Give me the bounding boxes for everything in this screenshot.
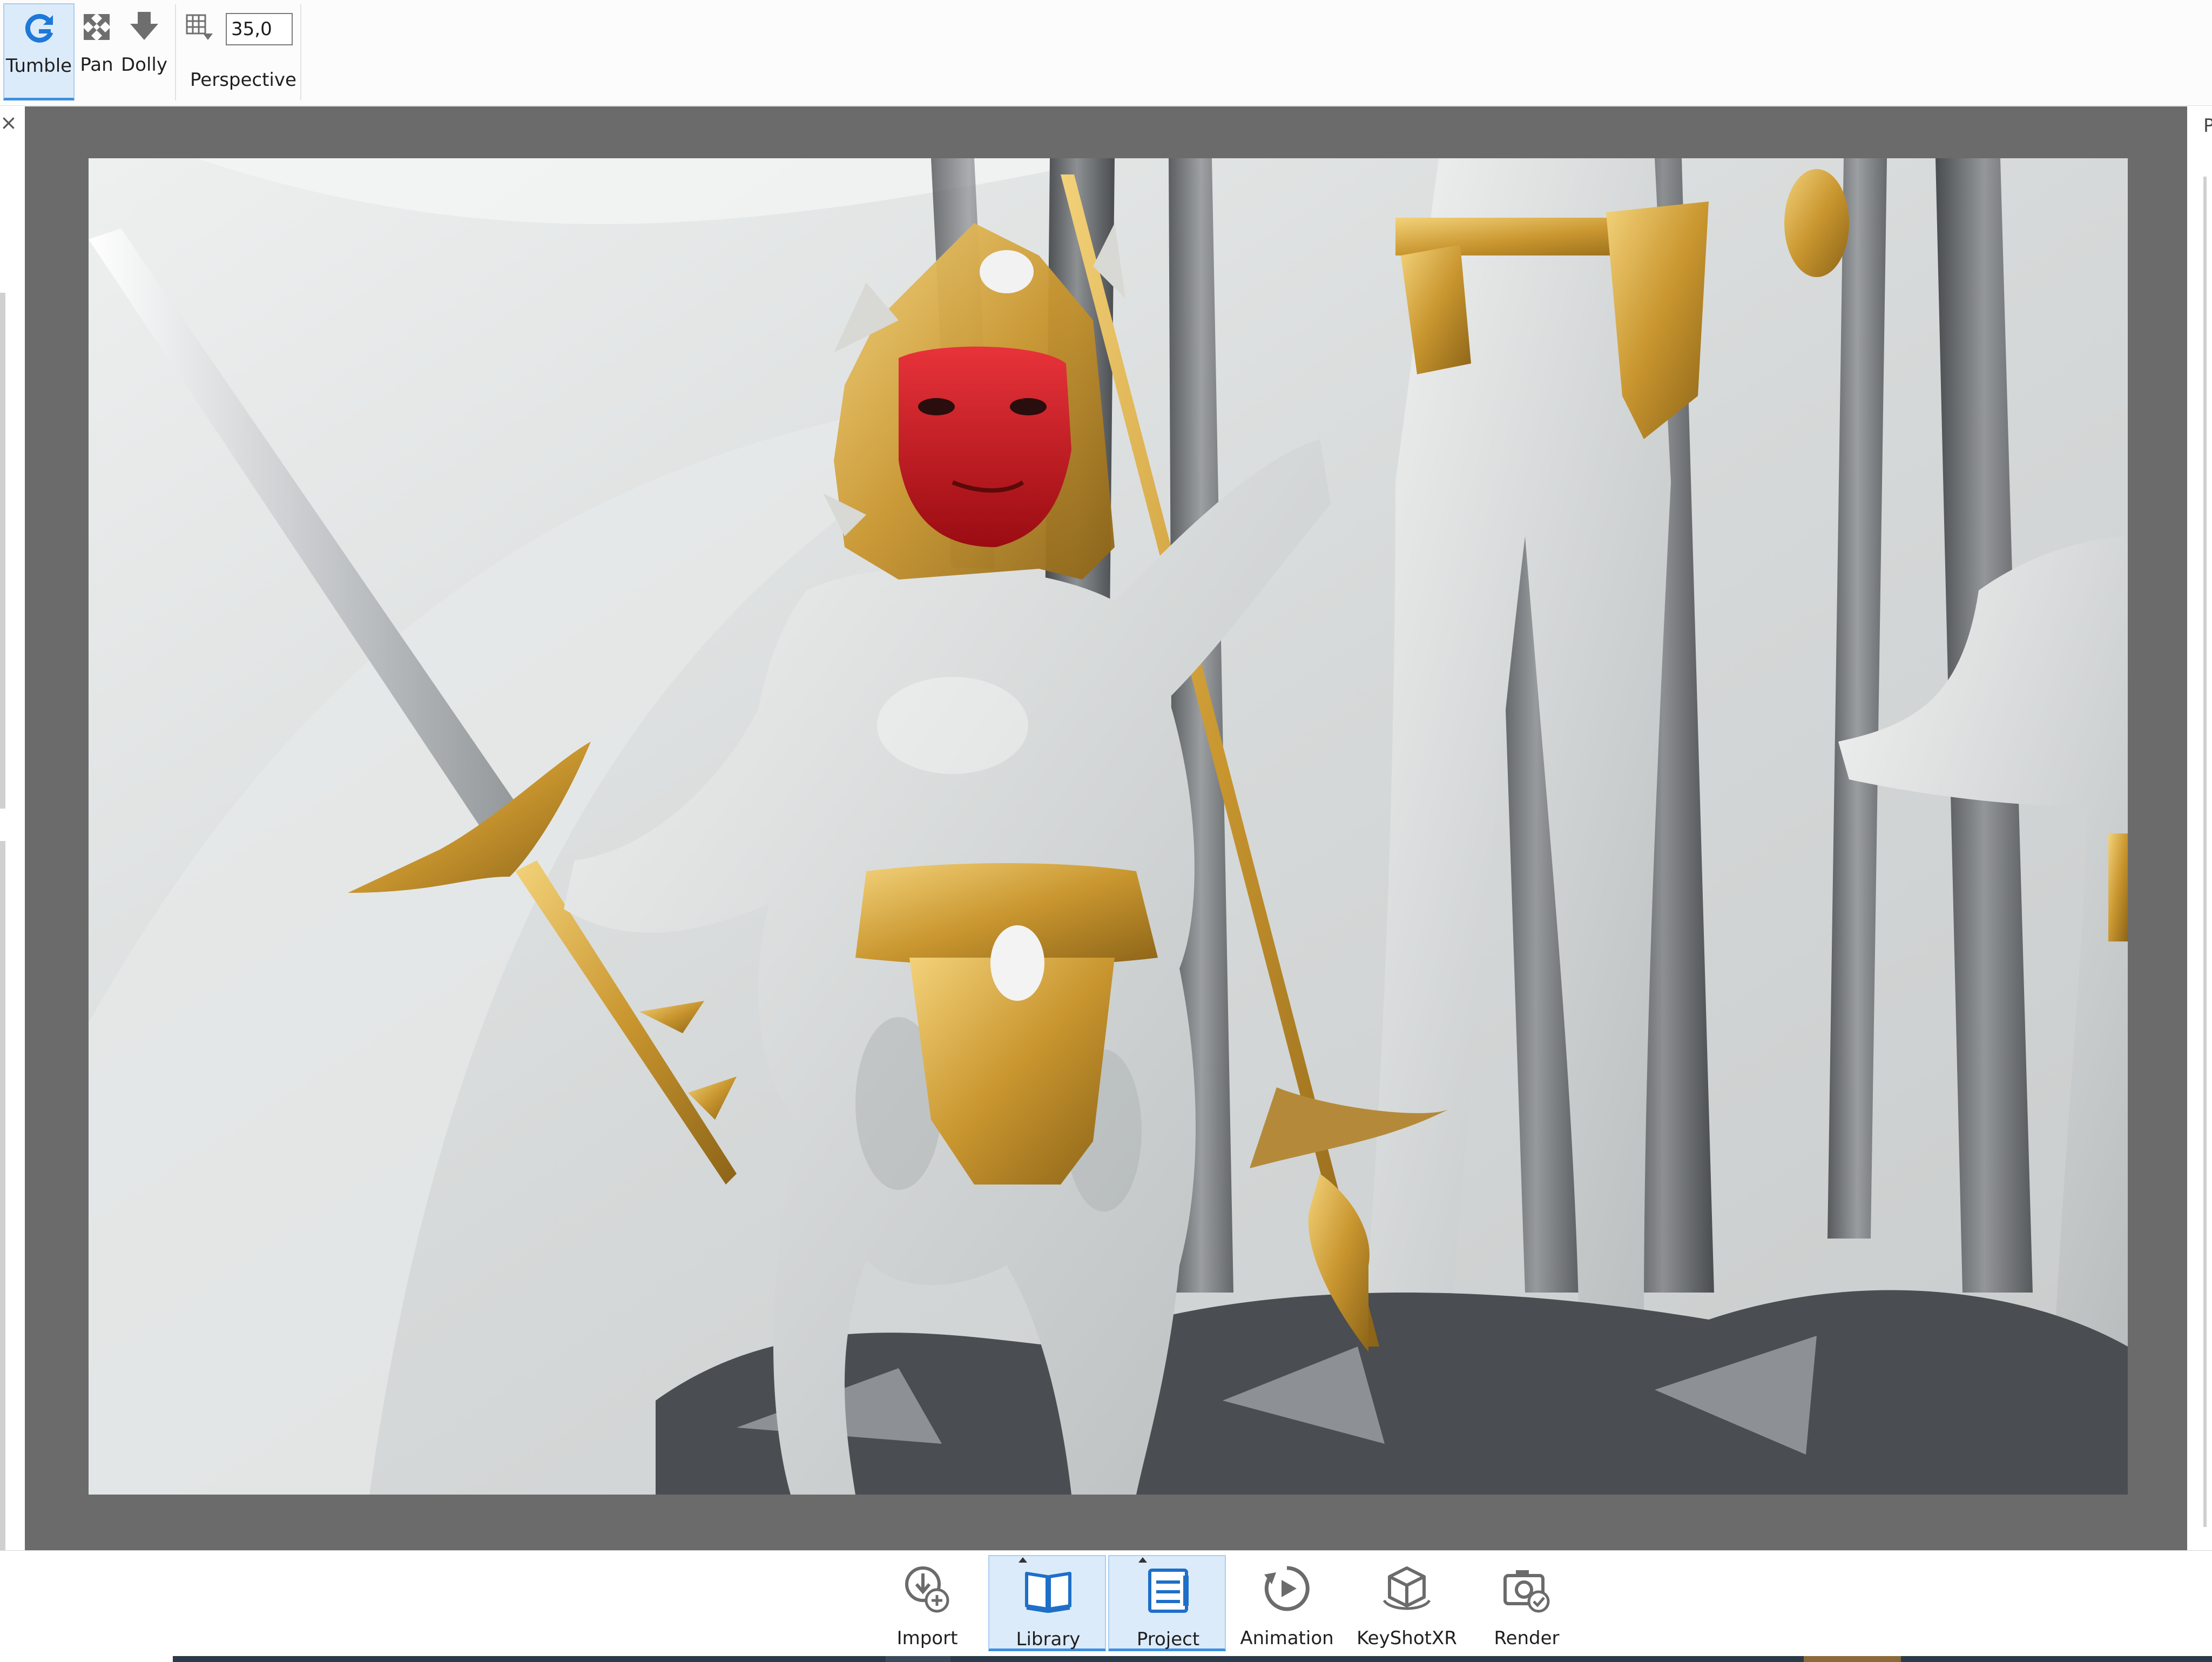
library-button[interactable]: Library (988, 1555, 1106, 1651)
perspective-label: Perspective (190, 69, 296, 91)
import-button[interactable]: Import (868, 1555, 986, 1651)
tumble-label: Tumble (5, 55, 72, 77)
right-panel-edge: P (2187, 106, 2212, 1550)
keyshotxr-cube-icon (1382, 1566, 1431, 1610)
pan-button[interactable]: Pan (77, 3, 117, 100)
field-of-view-icon[interactable] (184, 12, 215, 43)
toolbar-separator (300, 4, 301, 100)
close-icon[interactable]: × (0, 112, 17, 133)
tumble-rotate-icon (25, 14, 53, 43)
tumble-button[interactable]: Tumble (3, 3, 75, 100)
left-panel-border (0, 841, 5, 1597)
render-button[interactable]: Render (1468, 1555, 1586, 1651)
expand-caret-icon (1138, 1557, 1147, 1563)
library-book-icon (1025, 1572, 1071, 1613)
project-label: Project (1136, 1629, 1200, 1650)
main-ribbon: Import Library Project Animation KeyShot… (0, 1550, 2212, 1662)
expand-caret-icon (1019, 1557, 1027, 1563)
keyshotxr-label: KeyShotXR (1357, 1627, 1457, 1649)
keyshotxr-button[interactable]: KeyShotXR (1348, 1555, 1466, 1651)
scene-illustration (89, 158, 2128, 1495)
animation-button[interactable]: Animation (1228, 1555, 1346, 1651)
dolly-button[interactable]: Dolly (120, 3, 168, 100)
dolly-label: Dolly (121, 54, 167, 76)
field-of-view-input[interactable]: 35,0 (226, 13, 293, 45)
project-button[interactable]: Project (1108, 1555, 1226, 1651)
toolbar-separator (175, 4, 176, 100)
scene-render[interactable] (89, 158, 2128, 1495)
import-label: Import (896, 1627, 958, 1649)
animation-play-icon (1264, 1566, 1310, 1611)
animation-label: Animation (1240, 1627, 1334, 1649)
left-panel-edge: × (0, 106, 25, 1597)
status-strip (0, 1656, 2212, 1662)
camera-toolbar: Tumble Pan Dolly 35,0 Perspective (0, 0, 2212, 106)
project-list-icon (1148, 1569, 1189, 1613)
pan-arrows-icon (84, 14, 110, 40)
right-panel-tab[interactable]: P (2203, 115, 2212, 137)
library-label: Library (1016, 1629, 1081, 1650)
right-panel-border (2203, 177, 2207, 1527)
render-label: Render (1494, 1627, 1560, 1649)
perspective-group: 35,0 Perspective (178, 3, 297, 100)
import-icon (905, 1566, 949, 1613)
pan-label: Pan (80, 54, 113, 76)
left-panel-border (0, 293, 5, 809)
render-camera-icon (1503, 1570, 1550, 1613)
dolly-arrow-icon (130, 12, 158, 40)
render-viewport[interactable] (25, 106, 2187, 1550)
